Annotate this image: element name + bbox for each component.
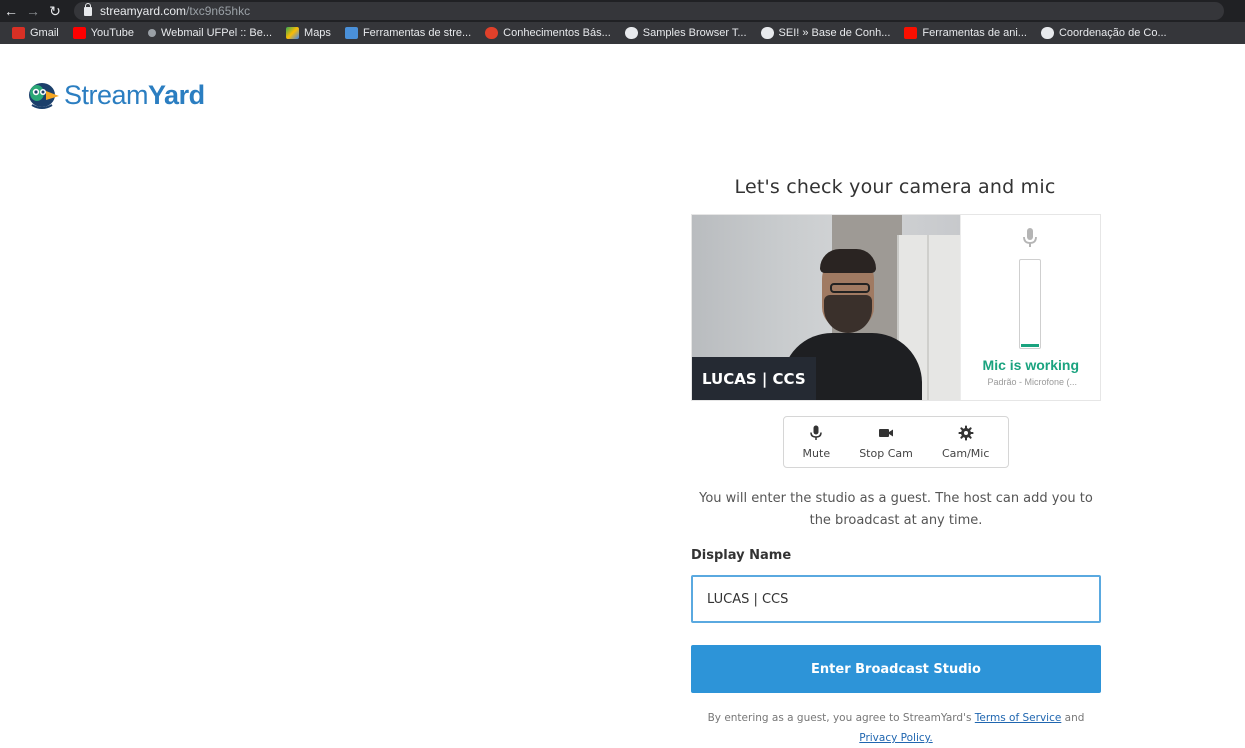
browser-toolbar: ← → ↻ streamyard.com/txc9n65hkc (0, 0, 1245, 22)
terms-of-service-link[interactable]: Terms of Service (975, 712, 1062, 724)
display-name-input[interactable] (691, 575, 1101, 623)
terms-notice: By entering as a guest, you agree to Str… (680, 708, 1112, 748)
url-host: streamyard.com (100, 4, 187, 18)
bookmark-label: YouTube (90, 27, 134, 39)
reload-icon[interactable]: ↻ (44, 0, 66, 22)
globe-icon (760, 27, 774, 39)
mic-device-name: Padrão - Microfone (... (987, 377, 1077, 387)
person-hair (820, 249, 876, 273)
stop-cam-button[interactable]: Stop Cam (859, 418, 913, 466)
microphone-icon (810, 425, 823, 440)
bookmark-label: Ferramentas de stre... (362, 27, 472, 39)
camera-preview: LUCAS | CCS (692, 215, 960, 400)
bookmark-gmail[interactable]: Gmail (12, 27, 59, 39)
bookmark-favicon (344, 27, 358, 39)
bookmark-maps[interactable]: Maps (286, 27, 331, 39)
bookmark-webmail[interactable]: Webmail UFPel :: Be... (147, 27, 273, 39)
privacy-policy-link[interactable]: Privacy Policy. (859, 732, 932, 744)
mic-level-fill (1021, 344, 1039, 347)
globe-icon (1040, 27, 1054, 39)
bookmarks-bar: Gmail YouTube Webmail UFPel :: Be... Map… (0, 22, 1245, 44)
bookmark-favicon (485, 27, 499, 39)
logo-text: StreamYard (64, 80, 205, 110)
duck-logo-icon (29, 82, 59, 109)
adobe-icon (904, 27, 918, 39)
bookmark-conhecimentos[interactable]: Conhecimentos Bás... (485, 27, 611, 39)
bookmark-ferramentas-stream[interactable]: Ferramentas de stre... (344, 27, 472, 39)
display-name-label: Display Name (691, 548, 792, 563)
webmail-icon (147, 29, 156, 37)
media-controls: Mute Stop Cam Cam/Mic (783, 416, 1009, 468)
video-camera-icon (879, 428, 894, 437)
terms-prefix: By entering as a guest, you agree to Str… (707, 712, 975, 724)
bookmark-label: Webmail UFPel :: Be... (160, 27, 273, 39)
globe-icon (624, 27, 638, 39)
guest-info-text: You will enter the studio as a guest. Th… (699, 491, 1093, 528)
bookmark-coordenacao[interactable]: Coordenação de Co... (1040, 27, 1167, 39)
url-path: /txc9n65hkc (186, 4, 251, 18)
gear-icon (958, 425, 974, 440)
page-title: Let's check your camera and mic (734, 176, 1056, 198)
bookmark-label: Ferramentas de ani... (922, 27, 1027, 39)
stop-cam-label: Stop Cam (859, 446, 913, 460)
cam-mic-settings-button[interactable]: Cam/Mic (942, 418, 989, 466)
bookmark-youtube[interactable]: YouTube (72, 27, 134, 39)
forward-icon[interactable]: → (22, 0, 44, 22)
bookmark-label: Gmail (30, 27, 59, 39)
microphone-icon (1023, 228, 1037, 247)
bookmark-samples[interactable]: Samples Browser T... (624, 27, 747, 39)
person-glasses (830, 283, 870, 293)
back-icon[interactable]: ← (0, 0, 22, 22)
maps-icon (286, 27, 300, 39)
cabinet-divider (927, 235, 929, 400)
name-tag: LUCAS | CCS (692, 357, 816, 400)
bookmark-label: SEI! » Base de Conh... (778, 27, 891, 39)
camera-mic-preview: LUCAS | CCS Mic is working Padrão - Micr… (691, 214, 1101, 401)
lock-icon (84, 2, 92, 16)
mic-status: Mic is working (982, 357, 1079, 373)
mic-check-panel: Mic is working Padrão - Microfone (... (960, 215, 1100, 400)
enter-broadcast-studio-button[interactable]: Enter Broadcast Studio (691, 645, 1101, 693)
mute-label: Mute (802, 446, 831, 460)
bookmark-label: Conhecimentos Bás... (503, 27, 611, 39)
bookmark-sei[interactable]: SEI! » Base de Conh... (760, 27, 891, 39)
bookmark-label: Coordenação de Co... (1058, 27, 1167, 39)
mic-level-meter (1019, 259, 1041, 349)
youtube-icon (72, 27, 86, 39)
bookmark-ferramentas-ani[interactable]: Ferramentas de ani... (904, 27, 1027, 39)
bookmark-label: Maps (304, 27, 331, 39)
terms-and: and (1061, 712, 1085, 724)
address-bar[interactable]: streamyard.com/txc9n65hkc (74, 2, 1224, 20)
mute-button[interactable]: Mute (802, 418, 831, 466)
streamyard-logo[interactable]: StreamYard (26, 80, 205, 111)
bookmark-label: Samples Browser T... (642, 27, 747, 39)
gmail-icon (12, 27, 25, 39)
cam-mic-label: Cam/Mic (941, 446, 990, 460)
